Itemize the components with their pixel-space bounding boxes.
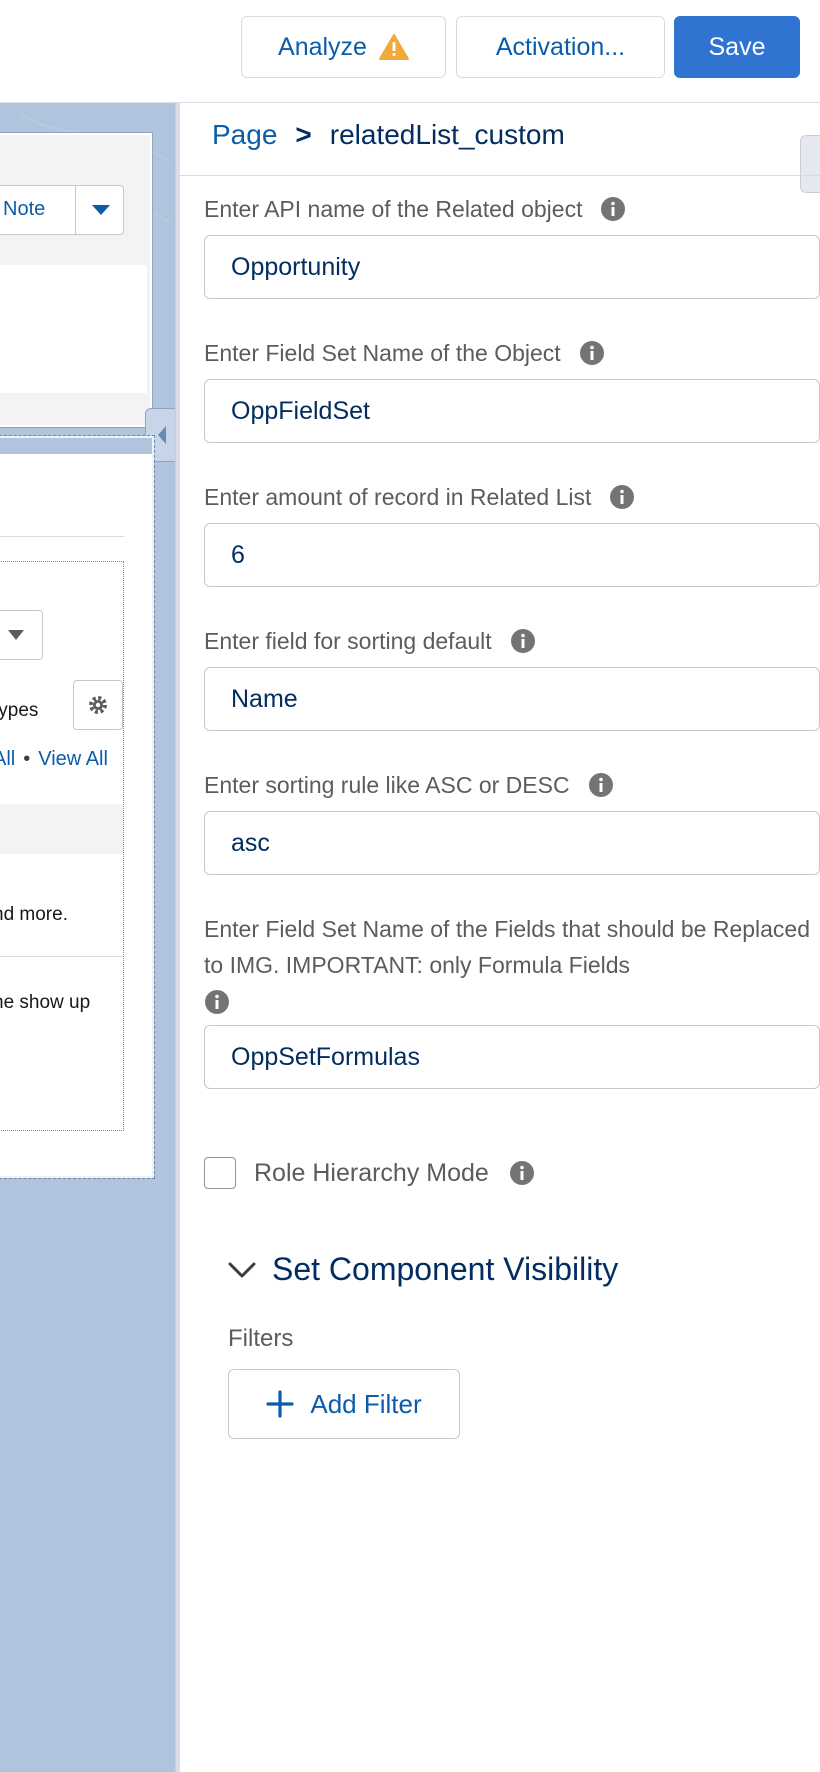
link-view-all[interactable]: View All xyxy=(38,748,108,770)
sorting-field-field: Enter field for sorting default Name xyxy=(204,623,820,731)
img-field-set-label: Enter Field Set Name of the Fields that … xyxy=(204,916,811,978)
chevron-down-icon xyxy=(228,1262,256,1277)
field-label: Enter field for sorting default xyxy=(204,623,820,659)
breadcrumb-current: relatedList_custom xyxy=(329,119,565,150)
note-menu-toggle[interactable] xyxy=(75,186,126,234)
analyze-button[interactable]: Analyze xyxy=(241,16,446,78)
field-set-name-input[interactable]: OppFieldSet xyxy=(204,379,820,443)
info-icon[interactable] xyxy=(509,1160,535,1186)
divider xyxy=(0,956,123,957)
analyze-label: Analyze xyxy=(278,32,367,61)
divider xyxy=(180,175,820,176)
chevron-left-icon xyxy=(158,426,166,444)
panel-scroll-tab[interactable] xyxy=(800,135,820,193)
component-card-related-list[interactable]: types All • View All nd more. he show up xyxy=(0,435,155,1179)
gear-icon xyxy=(89,696,107,714)
info-icon[interactable] xyxy=(600,196,626,222)
related-object-input[interactable]: Opportunity xyxy=(204,235,820,299)
info-icon[interactable] xyxy=(579,340,605,366)
save-button[interactable]: Save xyxy=(674,16,800,78)
sorting-field-label: Enter field for sorting default xyxy=(204,628,492,654)
field-label: Enter amount of record in Related List xyxy=(204,479,820,515)
chevron-down-icon xyxy=(8,630,24,640)
card-header: Note xyxy=(0,135,147,265)
field-set-name-label: Enter Field Set Name of the Object xyxy=(204,340,561,366)
record-amount-label: Enter amount of record in Related List xyxy=(204,484,592,510)
info-icon[interactable] xyxy=(204,989,230,1015)
card-body: Note xyxy=(0,135,147,393)
field-label: Enter API name of the Related object xyxy=(204,191,820,227)
activation-label: Activation... xyxy=(495,32,626,61)
sorting-rule-label: Enter sorting rule like ASC or DESC xyxy=(204,772,570,798)
activation-button[interactable]: Activation... xyxy=(456,16,665,78)
link-separator: • xyxy=(23,748,31,770)
warning-icon xyxy=(378,34,409,60)
save-label: Save xyxy=(708,32,766,61)
field-set-name-field: Enter Field Set Name of the Object OppFi… xyxy=(204,335,820,443)
record-amount-field: Enter amount of record in Related List 6 xyxy=(204,479,820,587)
sorting-rule-input[interactable]: asc xyxy=(204,811,820,875)
new-note-button[interactable]: Note xyxy=(0,185,124,235)
field-label: Enter sorting rule like ASC or DESC xyxy=(204,767,820,803)
related-object-label: Enter API name of the Related object xyxy=(204,196,583,222)
note-button-label: Note xyxy=(3,198,46,220)
visibility-section-toggle[interactable]: Set Component Visibility xyxy=(228,1251,618,1288)
activity-links: All • View All xyxy=(0,748,108,771)
chevron-down-icon xyxy=(92,205,110,215)
types-text: types xyxy=(0,700,39,721)
builder-toolbar: Analyze Activation... Save xyxy=(0,0,820,103)
breadcrumb-separator: > xyxy=(295,119,312,150)
add-filter-button[interactable]: Add Filter xyxy=(228,1369,460,1439)
settings-button[interactable] xyxy=(73,680,123,730)
info-icon[interactable] xyxy=(609,484,635,510)
section-header-bar xyxy=(0,804,123,854)
show-up-text: he show up xyxy=(0,992,91,1013)
field-label: Enter Field Set Name of the Object xyxy=(204,335,820,371)
related-object-field: Enter API name of the Related object Opp… xyxy=(204,191,820,299)
breadcrumb-page-link[interactable]: Page xyxy=(212,119,277,151)
selected-component-box[interactable]: types All • View All nd more. he show up xyxy=(0,561,124,1131)
properties-panel: Page > relatedList_custom Enter API name… xyxy=(180,103,820,1772)
role-hierarchy-checkbox[interactable] xyxy=(204,1157,236,1189)
field-label: Enter Field Set Name of the Fields that … xyxy=(204,911,820,1021)
filter-select[interactable] xyxy=(0,610,43,660)
record-amount-input[interactable]: 6 xyxy=(204,523,820,587)
plus-icon xyxy=(266,1390,294,1418)
img-field-set-input[interactable]: OppSetFormulas xyxy=(204,1025,820,1089)
link-all[interactable]: All xyxy=(0,748,15,770)
breadcrumb: Page > relatedList_custom xyxy=(212,119,565,151)
img-field-set-field: Enter Field Set Name of the Fields that … xyxy=(204,911,820,1089)
info-icon[interactable] xyxy=(510,628,536,654)
component-card-activity[interactable]: Note xyxy=(0,132,153,428)
info-icon[interactable] xyxy=(588,772,614,798)
role-hierarchy-row: Role Hierarchy Mode xyxy=(204,1157,535,1189)
filters-label: Filters xyxy=(228,1325,294,1352)
sorting-rule-field: Enter sorting rule like ASC or DESC asc xyxy=(204,767,820,875)
page-canvas: Note types xyxy=(0,103,175,1772)
role-hierarchy-label: Role Hierarchy Mode xyxy=(254,1158,489,1187)
divider xyxy=(0,536,124,537)
card-top-strip xyxy=(0,438,152,454)
visibility-section-title: Set Component Visibility xyxy=(272,1251,619,1287)
more-text: nd more. xyxy=(0,904,68,925)
sorting-field-input[interactable]: Name xyxy=(204,667,820,731)
add-filter-label: Add Filter xyxy=(310,1388,422,1419)
